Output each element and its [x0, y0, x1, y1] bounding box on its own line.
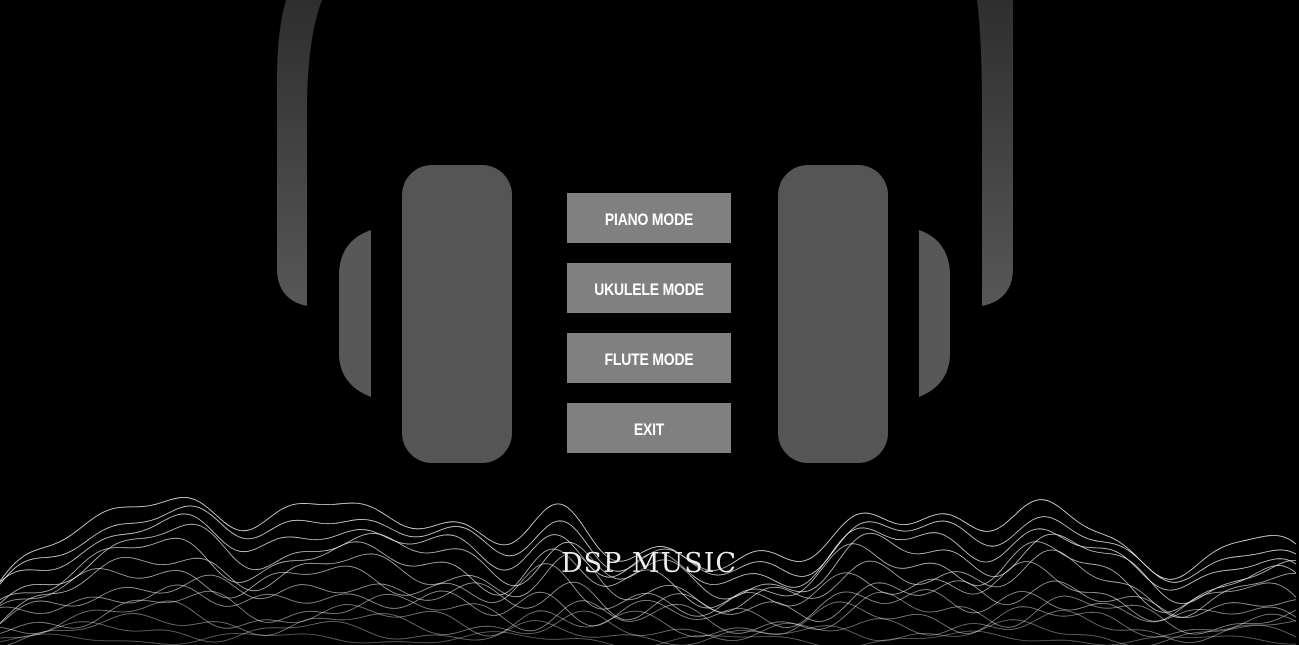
wave-line: [0, 574, 1297, 625]
left-ear-cushion: [402, 165, 512, 463]
right-ear-cushion: [778, 165, 888, 463]
app-title: DSP MUSIC: [560, 548, 738, 579]
left-outer-pad: [339, 230, 371, 397]
headband-left: [277, 0, 322, 306]
ukulele-mode-button[interactable]: UKULELE MODE: [567, 263, 731, 313]
piano-mode-button[interactable]: PIANO MODE: [567, 193, 731, 243]
headband-right: [977, 0, 1013, 306]
flute-mode-button[interactable]: FLUTE MODE: [567, 333, 731, 383]
mode-menu: PIANO MODE UKULELE MODE FLUTE MODE EXIT: [549, 193, 749, 473]
wave-line: [0, 584, 1297, 628]
right-outer-pad: [919, 230, 950, 397]
main-menu-screen: PIANO MODE UKULELE MODE FLUTE MODE EXIT …: [0, 0, 1299, 645]
exit-button[interactable]: EXIT: [567, 403, 731, 453]
ukulele-mode-label: UKULELE MODE: [594, 280, 704, 299]
wave-line: [0, 600, 1297, 638]
flute-mode-label: FLUTE MODE: [604, 350, 694, 369]
piano-mode-label: PIANO MODE: [604, 210, 694, 229]
exit-label: EXIT: [633, 420, 665, 439]
